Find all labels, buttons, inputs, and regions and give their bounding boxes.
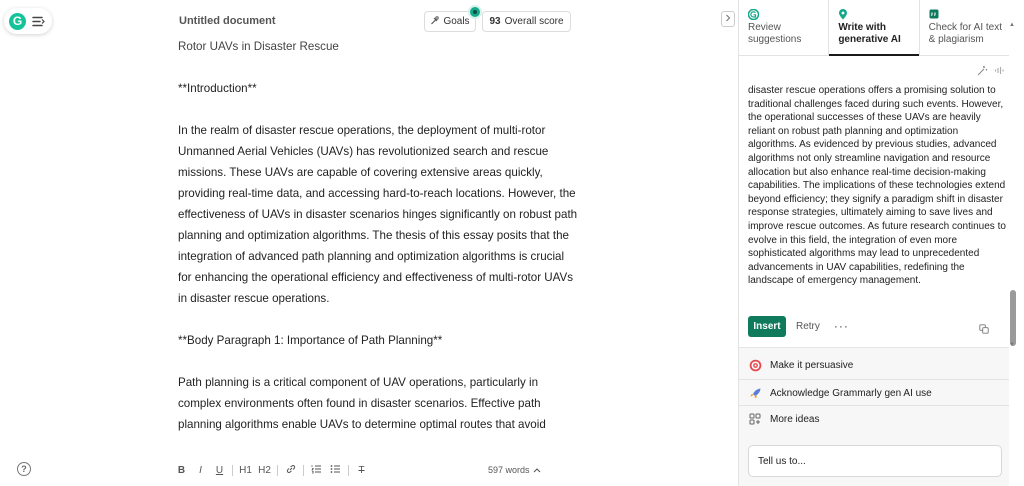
doc-paragraph: **Body Paragraph 1: Importance of Path P…: [178, 334, 443, 347]
quote-icon: [929, 9, 1003, 20]
ai-pin-icon: [838, 9, 912, 20]
underline-button[interactable]: U: [210, 465, 229, 476]
bold-button[interactable]: B: [172, 465, 191, 476]
ai-response-actions: Insert Retry ···: [748, 315, 998, 337]
toolbar-divider: [303, 464, 304, 476]
grid-icon: [748, 412, 762, 426]
score-value: 93: [489, 16, 501, 27]
bullet-list-icon[interactable]: [326, 464, 345, 477]
heading1-button[interactable]: H1: [236, 465, 255, 476]
insert-button[interactable]: Insert: [748, 315, 786, 337]
doc-paragraph: In the realm of disaster rescue operatio…: [178, 124, 578, 305]
copy-icon[interactable]: [979, 321, 989, 339]
rocket-icon: [748, 386, 762, 400]
scroll-down-icon[interactable]: ▼: [1009, 342, 1015, 348]
doc-paragraph: Rotor UAVs in Disaster Rescue: [178, 40, 339, 53]
toolbar-divider: [232, 464, 233, 476]
goals-icon: [430, 15, 440, 28]
goals-label: Goals: [443, 16, 470, 27]
menu-lines-icon[interactable]: [32, 16, 45, 27]
scroll-up-icon[interactable]: ▲: [1009, 22, 1015, 28]
clear-format-button[interactable]: T: [352, 465, 371, 476]
grammarly-icon: [747, 8, 822, 21]
tab-review-suggestions[interactable]: Review suggestions: [739, 0, 828, 55]
chevron-right-icon: [725, 14, 731, 24]
sparkle-icon[interactable]: [977, 63, 988, 81]
doc-paragraph: **Introduction**: [178, 82, 257, 95]
tab-label: Write with generative AI: [838, 22, 901, 45]
document-editor[interactable]: Rotor UAVs in Disaster Rescue **Introduc…: [178, 36, 578, 454]
tab-write-generative-ai[interactable]: Write with generative AI: [828, 0, 920, 56]
app-root: G ? Untitled document Goals 93 Overall s…: [0, 0, 1024, 486]
heading2-button[interactable]: H2: [255, 465, 274, 476]
suggestions-area: Make it persuasive Acknowledge Grammarly…: [739, 347, 1009, 486]
word-count-label: 597 words: [488, 465, 530, 475]
overall-score-button[interactable]: 93 Overall score: [482, 11, 571, 32]
suggestion-label: Make it persuasive: [770, 360, 854, 371]
more-options-button[interactable]: ···: [834, 319, 849, 333]
target-icon: [748, 359, 762, 373]
goals-status-dot-icon: [468, 5, 482, 19]
tab-check-ai-plagiarism[interactable]: Check for AI text & plagiarism: [920, 0, 1009, 55]
score-label: Overall score: [504, 16, 564, 27]
scrollbar-thumb[interactable]: [1010, 290, 1016, 346]
collapse-panel-button[interactable]: [721, 11, 735, 27]
word-count-button[interactable]: 597 words: [488, 465, 541, 475]
prompt-input[interactable]: [748, 445, 1002, 477]
retry-button[interactable]: Retry: [796, 321, 820, 332]
document-title[interactable]: Untitled document: [179, 15, 276, 27]
italic-button[interactable]: I: [191, 465, 210, 476]
suggestion-label: Acknowledge Grammarly gen AI use: [770, 387, 932, 399]
link-icon[interactable]: [281, 464, 300, 477]
doc-paragraph: Path planning is a critical component of…: [178, 376, 546, 431]
ai-response-text: disaster rescue operations offers a prom…: [748, 85, 1006, 287]
chevron-up-icon: [533, 465, 541, 475]
voice-wave-icon[interactable]: [994, 63, 1005, 81]
ai-tools: [977, 63, 1005, 81]
grammarly-logo-icon[interactable]: G: [9, 12, 26, 30]
tab-label: Review suggestions: [748, 22, 802, 45]
numbered-list-icon[interactable]: [307, 464, 326, 477]
suggestion-acknowledge-ai[interactable]: Acknowledge Grammarly gen AI use: [739, 379, 1009, 406]
assistant-panel: Review suggestions Write with generative…: [738, 0, 1024, 486]
suggestion-more-ideas[interactable]: More ideas: [739, 405, 1009, 432]
toolbar-divider: [348, 464, 349, 476]
toolbar-divider: [277, 464, 278, 476]
format-toolbar: B I U H1 H2 T: [172, 462, 371, 478]
panel-tabs: Review suggestions Write with generative…: [739, 0, 1009, 56]
help-icon[interactable]: ?: [17, 462, 31, 476]
suggestion-make-persuasive[interactable]: Make it persuasive: [739, 352, 1009, 379]
tab-label: Check for AI text & plagiarism: [928, 22, 1003, 45]
logo-letter: G: [12, 14, 23, 28]
suggestion-label: More ideas: [770, 413, 820, 425]
grammarly-widget[interactable]: G: [4, 8, 52, 34]
panel-scrollbar[interactable]: ▲ ▼: [1009, 22, 1017, 352]
